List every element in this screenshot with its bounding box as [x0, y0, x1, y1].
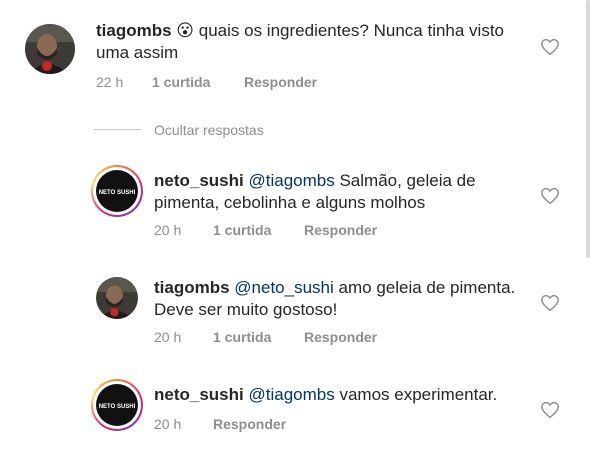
likes-count[interactable]: 1 curtida — [213, 329, 271, 345]
hide-replies-button[interactable]: Ocultar respostas — [154, 122, 264, 138]
mention-link[interactable]: @neto_sushi — [234, 278, 334, 297]
comment-time: 22 h — [96, 74, 124, 90]
reply-button[interactable]: Responder — [304, 222, 377, 238]
avatar-tiagombs[interactable] — [25, 24, 75, 74]
heart-icon[interactable] — [540, 38, 560, 56]
reply-text: neto_sushi @tiagombs Salmão, geleia de p… — [154, 170, 534, 214]
likes-count[interactable]: 1 curtida — [213, 222, 271, 238]
mention-link[interactable]: @tiagombs — [248, 385, 334, 404]
username[interactable]: neto_sushi — [154, 171, 244, 190]
username[interactable]: tiagombs — [96, 21, 172, 40]
username[interactable]: neto_sushi — [154, 385, 244, 404]
avatar-story-ring[interactable]: NETO SUSHI — [91, 379, 143, 431]
likes-count[interactable]: 1 curtida — [152, 74, 210, 90]
avatar-tiagombs[interactable] — [96, 277, 138, 319]
reply-button[interactable]: Responder — [304, 329, 377, 345]
username[interactable]: tiagombs — [154, 278, 230, 297]
comment-body: vamos experimentar. — [339, 385, 498, 404]
comment-text: tiagombs 😮 quais os ingredientes? Nunca … — [96, 20, 536, 64]
reply-text: neto_sushi @tiagombs vamos experimentar. — [154, 384, 534, 406]
comment-time: 20 h — [154, 329, 182, 345]
comment-time: 20 h — [154, 222, 182, 238]
replies-divider — [94, 129, 141, 130]
comment-time: 20 h — [154, 416, 182, 432]
heart-icon[interactable] — [540, 294, 560, 312]
reply-button[interactable]: Responder — [244, 74, 317, 90]
scrollbar[interactable] — [586, 0, 590, 258]
heart-icon[interactable] — [540, 401, 560, 419]
surprised-emoji-icon: 😮 — [176, 21, 195, 40]
avatar-logo-text: NETO SUSHI — [99, 404, 136, 410]
avatar-logo-text: NETO SUSHI — [99, 190, 136, 196]
avatar-neto-sushi: NETO SUSHI — [96, 170, 138, 212]
avatar-story-ring[interactable]: NETO SUSHI — [91, 165, 143, 217]
heart-icon[interactable] — [540, 187, 560, 205]
avatar-neto-sushi: NETO SUSHI — [96, 384, 138, 426]
reply-text: tiagombs @neto_sushi amo geleia de pimen… — [154, 277, 534, 321]
mention-link[interactable]: @tiagombs — [248, 171, 334, 190]
reply-button[interactable]: Responder — [213, 416, 286, 432]
